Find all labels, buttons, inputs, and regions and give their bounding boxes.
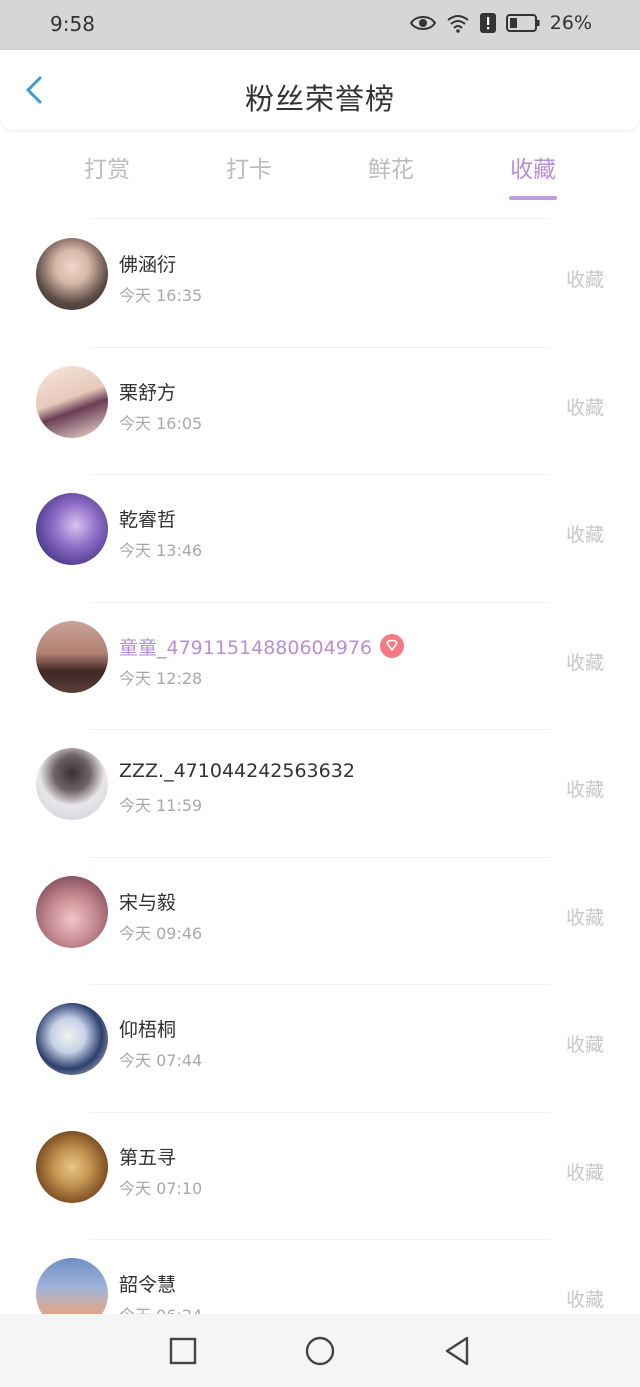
fan-name: 宋与毅 (119, 891, 177, 914)
alert-icon (479, 13, 496, 33)
list-item[interactable]: 童童_47911514880604976 今天 12:28 收藏 (0, 603, 640, 730)
tab-favorites[interactable]: 收藏 (462, 150, 604, 200)
diamond-icon (380, 634, 405, 658)
battery-level: 26% (549, 12, 592, 34)
fan-name: 佛涵衍 (119, 254, 177, 276)
tab-flowers[interactable]: 鲜花 (320, 150, 462, 200)
fan-name: 栗舒方 (119, 381, 177, 404)
list-item[interactable]: 宋与毅 今天 09:46 收藏 (0, 858, 640, 985)
avatar[interactable] (36, 620, 108, 693)
list-item[interactable]: 栗舒方 今天 16:05 收藏 (0, 348, 640, 475)
fan-name: 韶令慧 (119, 1274, 177, 1296)
favorite-label: 收藏 (565, 396, 604, 419)
fan-time: 今天 07:10 (119, 1178, 203, 1198)
favorite-label: 收藏 (565, 779, 604, 801)
avatar[interactable] (36, 238, 108, 310)
page-title: 粉丝荣誉榜 (244, 82, 395, 116)
fan-time: 今天 12:28 (119, 668, 203, 688)
fan-name: 童童_47911514880604976 (119, 633, 405, 661)
battery-icon (505, 13, 540, 33)
status-icons: 26% (409, 12, 592, 34)
fan-list: 佛涵衍 今天 16:35 收藏 栗舒方 今天 16:05 收藏 乾睿哲 今天 1… (0, 220, 640, 1368)
favorite-label: 收藏 (565, 269, 604, 291)
fan-name: 第五寻 (119, 1146, 177, 1169)
system-nav-bar (0, 1314, 640, 1387)
recent-apps-icon[interactable] (166, 1334, 200, 1368)
fan-time: 今天 07:44 (119, 1051, 203, 1070)
status-time: 9:58 (50, 12, 95, 36)
avatar[interactable] (36, 493, 108, 565)
fan-name-text: 童童_47911514880604976 (119, 636, 373, 659)
avatar[interactable] (36, 1130, 108, 1203)
avatar[interactable] (36, 1003, 108, 1075)
favorite-label: 收藏 (565, 1034, 604, 1056)
tab-checkin[interactable]: 打卡 (178, 150, 320, 200)
tabs-divider (90, 218, 550, 219)
fan-time: 今天 13:46 (119, 541, 203, 560)
home-icon[interactable] (303, 1334, 337, 1368)
fan-time: 今天 16:05 (119, 413, 203, 433)
list-item[interactable]: 乾睿哲 今天 13:46 收藏 (0, 475, 640, 603)
eye-icon (409, 14, 436, 32)
favorite-label: 收藏 (565, 1289, 604, 1311)
list-item[interactable]: 佛涵衍 今天 16:35 收藏 (0, 220, 640, 348)
avatar[interactable] (36, 875, 108, 948)
fan-time: 今天 11:59 (119, 796, 203, 815)
fan-name: ZZZ._471044242563632 (119, 760, 355, 782)
favorite-label: 收藏 (565, 906, 604, 929)
list-item[interactable]: ZZZ._471044242563632 今天 11:59 收藏 (0, 730, 640, 858)
list-item[interactable]: 仰梧桐 今天 07:44 收藏 (0, 985, 640, 1113)
back-triangle-icon[interactable] (440, 1334, 474, 1368)
fan-time: 今天 09:46 (119, 923, 203, 943)
fan-name: 仰梧桐 (119, 1019, 177, 1041)
wifi-icon (446, 13, 470, 33)
favorite-label: 收藏 (565, 1161, 604, 1184)
tab-reward[interactable]: 打赏 (36, 150, 178, 200)
favorite-label: 收藏 (565, 651, 604, 674)
favorite-label: 收藏 (565, 524, 604, 546)
tab-bar: 打赏 打卡 鲜花 收藏 (36, 150, 604, 200)
avatar[interactable] (36, 748, 108, 820)
fan-time: 今天 16:35 (119, 286, 203, 305)
header: 粉丝荣誉榜 (0, 50, 640, 130)
fan-name: 乾睿哲 (119, 509, 177, 531)
status-bar: 9:58 26% (0, 0, 640, 50)
avatar[interactable] (36, 365, 108, 438)
list-item[interactable]: 第五寻 今天 07:10 收藏 (0, 1113, 640, 1240)
